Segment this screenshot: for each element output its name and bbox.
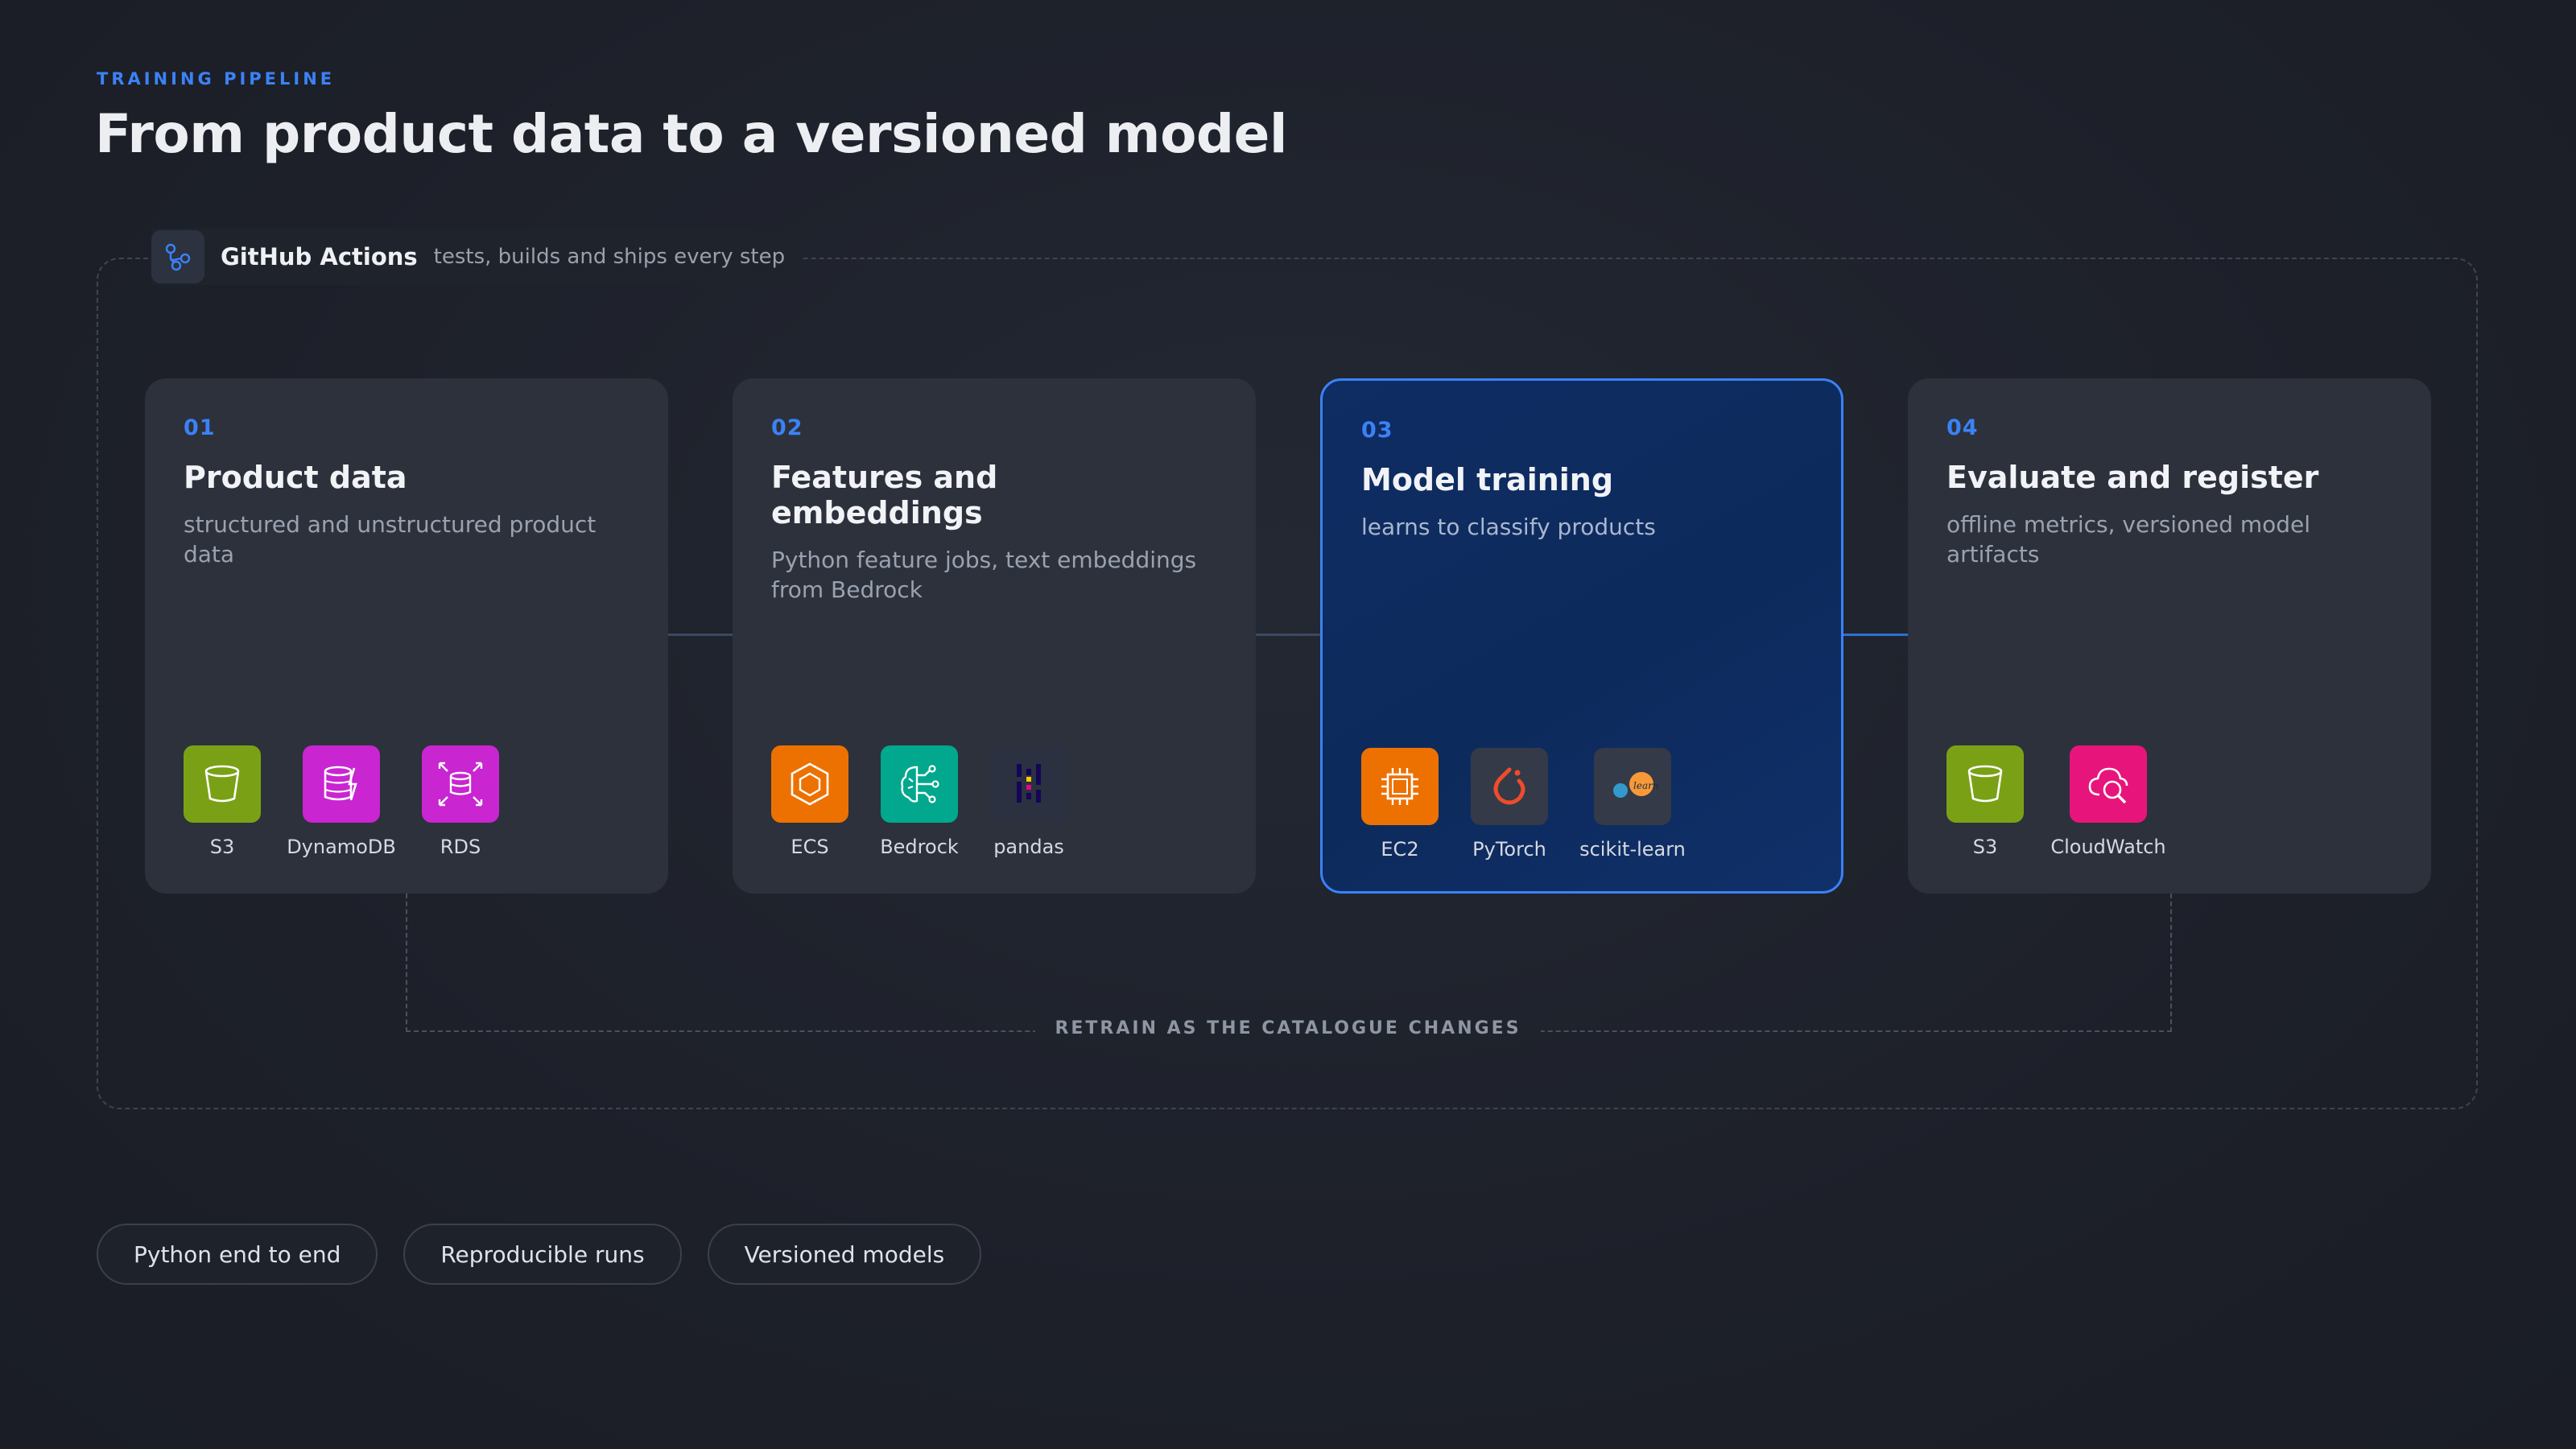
stage-number: 01 (184, 415, 216, 440)
pill-reproducible: Reproducible runs (403, 1224, 682, 1285)
tool-label: scikit-learn (1579, 838, 1686, 861)
feature-pills: Python end to end Reproducible runs Vers… (97, 1224, 982, 1285)
tool-label: CloudWatch (2050, 836, 2166, 858)
stage-number: 03 (1361, 418, 1393, 443)
tool-label: RDS (440, 836, 481, 858)
rds-icon (422, 745, 499, 823)
stage-card-features[interactable]: 02 Features and embeddings Python featur… (733, 378, 1256, 894)
pill-python: Python end to end (97, 1224, 378, 1285)
s3-bucket-icon (1946, 745, 2024, 823)
retrain-loop-text: RETRAIN AS THE CATALOGUE CHANGES (1035, 1018, 1541, 1038)
stage-number: 04 (1946, 415, 1979, 440)
bedrock-icon (881, 745, 958, 823)
tool-s3: S3 (1946, 745, 2024, 858)
tool-label: Bedrock (880, 836, 959, 858)
tool-label: S3 (1972, 836, 1998, 858)
tool-bedrock: Bedrock (880, 745, 959, 858)
svg-text:learn: learn (1633, 780, 1659, 791)
tool-pytorch: PyTorch (1471, 748, 1548, 861)
scikit-learn-icon: learn (1594, 748, 1671, 825)
stage-description: Python feature jobs, text embeddings fro… (771, 547, 1197, 603)
stage-title: Features and embeddings (771, 460, 998, 530)
pill-versioned: Versioned models (707, 1224, 982, 1285)
ci-description: tests, builds and ships every step (433, 245, 786, 269)
connector-3-4 (1843, 634, 1908, 636)
tool-s3: S3 (184, 745, 261, 858)
tool-rds: RDS (422, 745, 499, 858)
ecs-icon (771, 745, 848, 823)
dynamodb-icon (303, 745, 380, 823)
ci-name: GitHub Actions (221, 243, 418, 270)
tool-ec2: EC2 (1361, 748, 1439, 861)
stage-title: Product data (184, 460, 407, 495)
ci-label: GitHub Actions tests, builds and ships e… (151, 229, 802, 285)
tool-label: pandas (993, 836, 1064, 858)
tool-label: EC2 (1381, 838, 1419, 861)
tool-label: ECS (791, 836, 829, 858)
page-title: From product data to a versioned model (95, 103, 1288, 165)
stage-description: offline metrics, versioned model artifac… (1946, 511, 2311, 568)
retrain-loop-connector (406, 894, 2172, 1032)
stage-title: Model training (1361, 462, 1614, 497)
s3-bucket-icon (184, 745, 261, 823)
github-actions-icon (151, 230, 204, 283)
tool-label: S3 (209, 836, 235, 858)
pytorch-icon (1471, 748, 1548, 825)
connector-1-2 (668, 634, 733, 636)
stage-description: structured and unstructured product data (184, 511, 597, 568)
tool-cloudwatch: CloudWatch (2050, 745, 2166, 858)
stage-title: Evaluate and register (1946, 460, 2319, 495)
stage-card-evaluate[interactable]: 04 Evaluate and register offline metrics… (1908, 378, 2431, 894)
tool-scikit-learn: learn scikit-learn (1579, 748, 1686, 861)
pandas-icon (990, 745, 1067, 823)
stage-description: learns to classify products (1361, 514, 1656, 540)
stage-number: 02 (771, 415, 803, 440)
eyebrow-label: TRAINING PIPELINE (97, 69, 336, 89)
tool-ecs: ECS (771, 745, 848, 858)
connector-2-3 (1256, 634, 1320, 636)
tool-dynamodb: DynamoDB (287, 745, 396, 858)
tool-label: PyTorch (1472, 838, 1546, 861)
stage-card-model-training[interactable]: 03 Model training learns to classify pro… (1320, 378, 1843, 894)
cloudwatch-icon (2070, 745, 2147, 823)
tool-label: DynamoDB (287, 836, 396, 858)
stage-card-product-data[interactable]: 01 Product data structured and unstructu… (145, 378, 668, 894)
ec2-icon (1361, 748, 1439, 825)
tool-pandas: pandas (990, 745, 1067, 858)
retrain-loop-label: RETRAIN AS THE CATALOGUE CHANGES (0, 1018, 2576, 1038)
